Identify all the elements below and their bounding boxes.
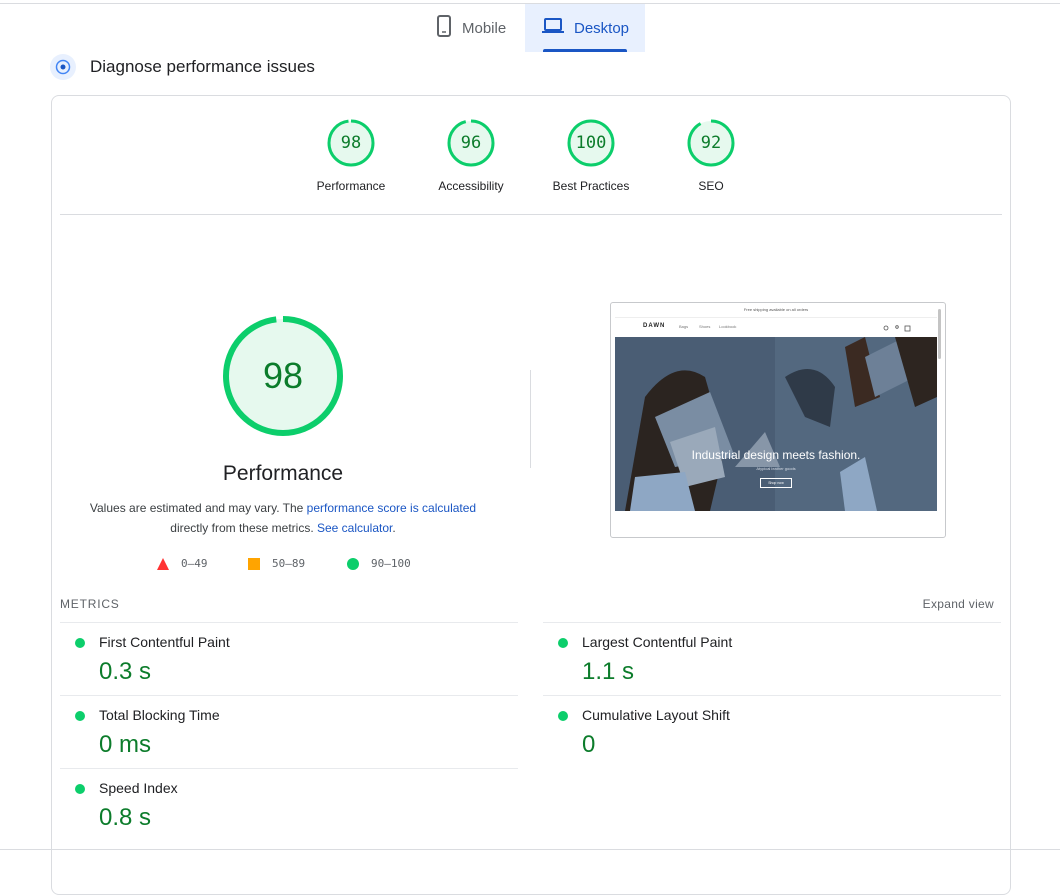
- legend-pass: 90–100: [347, 557, 411, 570]
- metric-value: 0.3 s: [99, 658, 152, 685]
- see-calculator-link[interactable]: See calculator: [317, 521, 392, 535]
- metrics-header: METRICS: [60, 597, 120, 611]
- screenshot-menu-item: Bags: [679, 324, 689, 329]
- metric-lcp: Largest Contentful Paint 1.1 s: [543, 622, 1001, 694]
- section-title: Diagnose performance issues: [90, 57, 315, 76]
- tab-desktop[interactable]: Desktop: [525, 4, 645, 52]
- screenshot-menu-item: Lookbook: [719, 324, 737, 329]
- performance-title: Performance: [222, 462, 344, 485]
- metric-name: Total Blocking Time: [99, 707, 220, 723]
- vertical-divider: [530, 370, 531, 468]
- fail-triangle-icon: [157, 557, 169, 570]
- legend-range: 90–100: [371, 557, 411, 570]
- pass-circle-icon: [75, 638, 85, 648]
- pass-circle-icon: [75, 784, 85, 794]
- bottom-divider: [0, 849, 1060, 850]
- screenshot-hero: Industrial design meets fashion. Atypica…: [615, 337, 937, 511]
- screenshot-shop-button: Shop now: [760, 478, 792, 488]
- gauge-label: SEO: [698, 179, 724, 193]
- performance-score: 98: [262, 355, 304, 396]
- desc-text: Values are estimated and may vary. The: [89, 501, 307, 515]
- phone-icon: [436, 15, 452, 41]
- desc-text: .: [392, 521, 396, 535]
- performance-description: Values are estimated and may vary. The p…: [75, 498, 491, 538]
- desc-text: directly from these metrics.: [170, 521, 317, 535]
- final-screenshot: Free shipping available on all orders DA…: [610, 302, 946, 538]
- laptop-icon: [542, 17, 564, 39]
- gauge-label: Performance: [316, 179, 386, 193]
- performance-gauge: 98: [222, 315, 344, 437]
- metric-value: 0.8 s: [99, 804, 152, 831]
- gauge-score: 98: [340, 133, 362, 153]
- pass-circle-icon: [558, 638, 568, 648]
- metric-value: 1.1 s: [582, 658, 635, 685]
- gauge-accessibility[interactable]: 96 Accessibility: [411, 119, 531, 193]
- metric-name: Largest Contentful Paint: [582, 634, 733, 650]
- legend-average: 50–89: [248, 557, 305, 570]
- metric-name: Cumulative Layout Shift: [582, 707, 730, 723]
- screenshot-header-icons: [883, 325, 911, 332]
- pass-circle-icon: [558, 711, 568, 721]
- screenshot-announcement: Free shipping available on all orders: [743, 307, 809, 312]
- gauge-seo[interactable]: 92 SEO: [651, 119, 771, 193]
- tab-desktop-label: Desktop: [574, 19, 630, 37]
- legend-range: 50–89: [272, 557, 306, 570]
- gauge-best-practices[interactable]: 100 Best Practices: [531, 119, 651, 193]
- metric-name: Speed Index: [99, 780, 178, 796]
- screenshot-menu-item: Shoes: [699, 324, 711, 329]
- gauge-score: 92: [700, 133, 722, 153]
- average-square-icon: [248, 557, 260, 570]
- metric-cls: Cumulative Layout Shift 0: [543, 695, 1001, 767]
- expand-view-button[interactable]: Expand view: [880, 597, 994, 611]
- tab-selected-indicator: [543, 49, 627, 52]
- metric-fcp: First Contentful Paint 0.3 s: [60, 622, 518, 694]
- gauge-score: 96: [460, 133, 482, 153]
- score-calculated-link[interactable]: performance score is calculated: [307, 501, 476, 515]
- metric-value: 0 ms: [99, 731, 152, 758]
- pass-circle-icon: [347, 557, 359, 570]
- gauge-score: 100: [575, 133, 607, 153]
- metric-speed-index: Speed Index 0.8 s: [60, 768, 518, 840]
- legend-fail: 0–49: [157, 557, 208, 570]
- gauge-label: Best Practices: [552, 179, 630, 193]
- metric-tbt: Total Blocking Time 0 ms: [60, 695, 518, 767]
- tab-mobile-label: Mobile: [462, 19, 507, 37]
- pass-circle-icon: [75, 711, 85, 721]
- gauge-label: Accessibility: [438, 179, 504, 193]
- screenshot-scrollbar: [938, 309, 941, 359]
- screenshot-logo: DAWN: [643, 323, 666, 329]
- metric-name: First Contentful Paint: [99, 634, 230, 650]
- gauges-divider: [60, 214, 1002, 215]
- diagnose-icon: [50, 54, 76, 80]
- metric-value: 0: [582, 731, 596, 758]
- screenshot-subtext: Atypical leather goods: [756, 466, 796, 471]
- screenshot-headline: Industrial design meets fashion.: [691, 448, 861, 462]
- legend-range: 0–49: [181, 557, 208, 570]
- tab-mobile[interactable]: Mobile: [424, 4, 524, 52]
- gauge-performance[interactable]: 98 Performance: [291, 119, 411, 193]
- screenshot-nav: DAWN Bags Shoes Lookbook: [615, 317, 937, 339]
